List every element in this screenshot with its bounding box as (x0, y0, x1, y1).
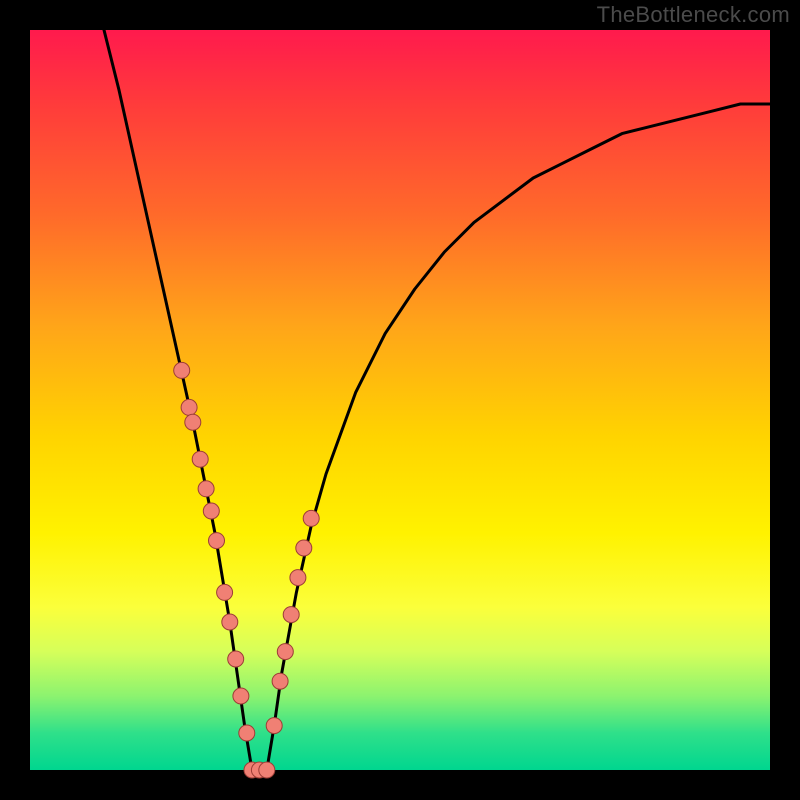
marker-point (272, 673, 288, 689)
marker-point (174, 362, 190, 378)
marker-point (296, 540, 312, 556)
marker-group (174, 362, 320, 778)
marker-point (266, 718, 282, 734)
marker-point (283, 607, 299, 623)
marker-point (222, 614, 238, 630)
marker-point (217, 584, 233, 600)
marker-point (239, 725, 255, 741)
watermark-text: TheBottleneck.com (597, 2, 790, 28)
chart-frame: TheBottleneck.com (0, 0, 800, 800)
marker-point (228, 651, 244, 667)
marker-point (259, 762, 275, 778)
marker-point (209, 533, 225, 549)
marker-point (185, 414, 201, 430)
marker-point (277, 644, 293, 660)
marker-point (181, 399, 197, 415)
plot-area (30, 30, 770, 770)
chart-svg (30, 30, 770, 770)
bottleneck-curve (104, 30, 770, 770)
marker-point (203, 503, 219, 519)
marker-point (303, 510, 319, 526)
marker-point (198, 481, 214, 497)
marker-point (290, 570, 306, 586)
marker-point (233, 688, 249, 704)
marker-point (192, 451, 208, 467)
